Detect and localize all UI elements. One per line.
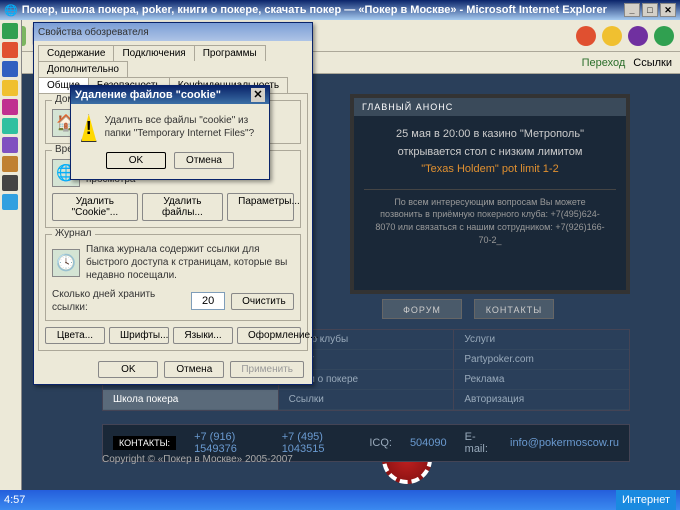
menu-link[interactable]: Ссылки xyxy=(279,390,454,410)
launcher-icon[interactable] xyxy=(2,118,18,134)
minimize-button[interactable]: _ xyxy=(624,3,640,17)
launcher-icon[interactable] xyxy=(2,61,18,77)
group-text: Папка журнала содержит ссылки для быстро… xyxy=(86,243,294,282)
maximize-button[interactable]: □ xyxy=(642,3,658,17)
ok-button[interactable]: OK xyxy=(98,361,158,378)
launcher-icon[interactable] xyxy=(2,42,18,58)
announce-header: ГЛАВНЫЙ АНОНС xyxy=(354,98,626,116)
fonts-button[interactable]: Шрифты... xyxy=(109,327,169,344)
menu-link[interactable]: Partypoker.com xyxy=(454,350,629,370)
launcher-icon[interactable] xyxy=(2,99,18,115)
left-launcher xyxy=(0,20,22,490)
delete-files-button[interactable]: Удалить файлы... xyxy=(142,193,223,221)
email-label: E-mail: xyxy=(465,431,492,455)
confirm-ok-button[interactable]: OK xyxy=(106,152,166,169)
announce-highlight: "Texas Holdem" pot limit 1-2 xyxy=(364,161,616,179)
nav-forum[interactable]: ФОРУМ xyxy=(382,299,462,319)
tab-programs[interactable]: Программы xyxy=(194,45,266,61)
ext-icon-2[interactable] xyxy=(602,26,622,46)
clear-history-button[interactable]: Очистить xyxy=(231,293,294,310)
colors-button[interactable]: Цвета... xyxy=(45,327,105,344)
launcher-icon[interactable] xyxy=(2,156,18,172)
ext-icon-1[interactable] xyxy=(576,26,596,46)
internet-options-dialog: Свойства обозревателя Содержание Подключ… xyxy=(33,22,313,385)
close-button[interactable]: ✕ xyxy=(660,3,676,17)
launcher-icon[interactable] xyxy=(2,194,18,210)
close-icon[interactable]: ✕ xyxy=(251,88,265,102)
menu-link[interactable]: Услуги xyxy=(454,330,629,350)
days-input[interactable] xyxy=(191,292,225,310)
menu-link[interactable]: Реклама xyxy=(454,370,629,390)
announce-footer: По всем интересующим вопросам Вы можете … xyxy=(364,189,616,252)
confirm-cancel-button[interactable]: Отмена xyxy=(174,152,234,169)
tab-content[interactable]: Содержание xyxy=(38,45,114,61)
days-label: Сколько дней хранить ссылки: xyxy=(52,288,185,314)
links-label[interactable]: Ссылки xyxy=(633,57,672,69)
ext-icon-4[interactable] xyxy=(654,26,674,46)
dialog-title: Свойства обозревателя xyxy=(34,23,312,41)
tab-advanced[interactable]: Дополнительно xyxy=(38,61,128,77)
accessibility-button[interactable]: Оформление... xyxy=(237,327,301,344)
launcher-icon[interactable] xyxy=(2,175,18,191)
contact-phone: +7 (495) 1043515 xyxy=(282,431,352,455)
launcher-icon[interactable] xyxy=(2,137,18,153)
cancel-button[interactable]: Отмена xyxy=(164,361,224,378)
taskbar[interactable]: 4:57 Интернет xyxy=(0,490,680,510)
apply-button[interactable]: Применить xyxy=(230,361,304,378)
email-link[interactable]: info@pokermoscow.ru xyxy=(510,437,619,449)
menu-link[interactable]: Школа покера xyxy=(103,390,278,410)
group-history: Журнал 🕓 Папка журнала содержит ссылки д… xyxy=(45,234,301,321)
languages-button[interactable]: Языки... xyxy=(173,327,233,344)
contact-phone: +7 (916) 1549376 xyxy=(194,431,264,455)
warning-icon: ! xyxy=(81,114,97,142)
launcher-icon[interactable] xyxy=(2,80,18,96)
browser-titlebar: 🌐 Покер, школа покера, poker, книги о по… xyxy=(0,0,680,20)
history-icon: 🕓 xyxy=(52,249,80,277)
icq-label: ICQ: xyxy=(369,437,392,449)
ext-icon-3[interactable] xyxy=(628,26,648,46)
settings-button[interactable]: Параметры... xyxy=(227,193,294,221)
ie-icon: 🌐 xyxy=(4,4,18,17)
contact-label: КОНТАКТЫ: xyxy=(113,436,176,450)
nav-contacts[interactable]: КОНТАКТЫ xyxy=(474,299,554,319)
browser-title: Покер, школа покера, poker, книги о поке… xyxy=(22,4,607,16)
tab-connections[interactable]: Подключения xyxy=(113,45,194,61)
go-button[interactable]: Переход xyxy=(582,57,626,69)
announce-line: 25 мая в 20:00 в казино "Метрополь" xyxy=(364,126,616,144)
copyright: Copyright © «Покер в Москве» 2005-2007 xyxy=(102,454,293,465)
main-announce: ГЛАВНЫЙ АНОНС 25 мая в 20:00 в казино "М… xyxy=(350,94,630,294)
confirm-title: Удаление файлов "cookie" xyxy=(75,89,221,101)
status-label: Интернет xyxy=(622,494,670,506)
menu-link[interactable]: Авторизация xyxy=(454,390,629,410)
delete-cookies-confirm: Удаление файлов "cookie" ✕ ! Удалить все… xyxy=(70,85,270,180)
announce-line: открывается стол с низким лимитом xyxy=(364,144,616,162)
icq-number: 504090 xyxy=(410,437,447,449)
clock: 4:57 xyxy=(4,494,25,506)
launcher-icon[interactable] xyxy=(2,23,18,39)
legend: Журнал xyxy=(52,228,95,239)
confirm-text: Удалить все файлы "cookie" из папки "Tem… xyxy=(105,114,259,140)
delete-cookies-button[interactable]: Удалить "Cookie"... xyxy=(52,193,138,221)
